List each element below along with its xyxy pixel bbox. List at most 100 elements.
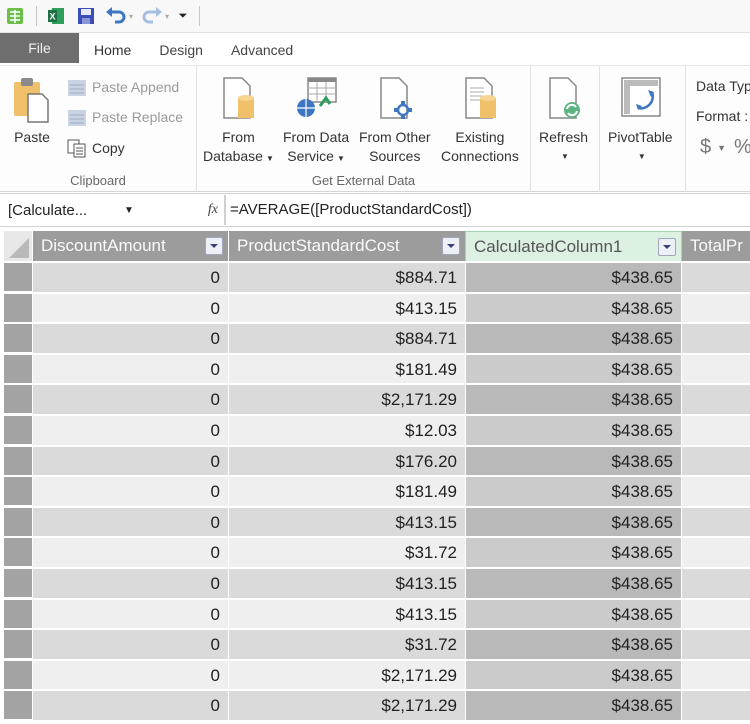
cell-calculatedcolumn1[interactable]: $438.65 <box>466 538 681 567</box>
cell-discountamount[interactable]: 0 <box>33 538 228 567</box>
refresh-button[interactable]: Refresh ▼ <box>539 74 588 166</box>
table-row[interactable]: 0 $413.15 $438.65 <box>0 293 750 324</box>
row-selector[interactable] <box>4 263 32 291</box>
cell-discountamount[interactable]: 0 <box>33 293 228 323</box>
cell-totalproductcost[interactable] <box>682 293 750 323</box>
cell-calculatedcolumn1[interactable]: $438.65 <box>466 599 681 629</box>
row-selector[interactable] <box>4 538 32 567</box>
cell-productstandardcost[interactable]: $413.15 <box>229 507 465 537</box>
cell-totalproductcost[interactable] <box>682 446 750 476</box>
percent-format-button[interactable]: % <box>734 136 750 159</box>
cell-totalproductcost[interactable] <box>682 538 750 567</box>
cell-discountamount[interactable]: 0 <box>33 263 228 292</box>
row-selector[interactable] <box>4 354 32 383</box>
select-all-corner[interactable] <box>4 231 32 261</box>
copy-button[interactable]: Copy <box>66 137 125 159</box>
cell-calculatedcolumn1[interactable]: $438.65 <box>466 385 681 414</box>
save-icon[interactable] <box>75 5 97 27</box>
row-selector[interactable] <box>4 293 32 322</box>
undo-dropdown[interactable]: ▾ <box>129 12 133 21</box>
cell-totalproductcost[interactable] <box>682 599 750 629</box>
cell-productstandardcost[interactable]: $2,171.29 <box>229 660 465 690</box>
table-row[interactable]: 0 $413.15 $438.65 <box>0 568 750 599</box>
cell-discountamount[interactable]: 0 <box>33 569 228 598</box>
table-row[interactable]: 0 $2,171.29 $438.65 <box>0 690 750 721</box>
cell-calculatedcolumn1[interactable]: $438.65 <box>466 691 681 720</box>
table-row[interactable]: 0 $12.03 $438.65 <box>0 415 750 446</box>
existing-connections-button[interactable]: Existing Connections <box>441 74 519 166</box>
cell-productstandardcost[interactable]: $176.20 <box>229 446 465 476</box>
cell-totalproductcost[interactable] <box>682 263 750 292</box>
cell-totalproductcost[interactable] <box>682 477 750 506</box>
cell-discountamount[interactable]: 0 <box>33 630 228 659</box>
cell-productstandardcost[interactable]: $2,171.29 <box>229 385 465 414</box>
cell-totalproductcost[interactable] <box>682 416 750 445</box>
cell-productstandardcost[interactable]: $413.15 <box>229 569 465 598</box>
filter-dropdown-icon[interactable] <box>658 238 676 256</box>
redo-dropdown[interactable]: ▾ <box>165 12 169 21</box>
data-type-dropdown[interactable]: Data Typ <box>696 78 750 94</box>
tab-design[interactable]: Design <box>145 33 217 65</box>
chevron-down-icon[interactable]: ▼ <box>717 143 726 153</box>
column-header-totalproductcost[interactable]: TotalPr <box>682 231 750 261</box>
chevron-down-icon[interactable]: ▼ <box>124 205 134 216</box>
row-selector[interactable] <box>4 416 32 444</box>
table-row[interactable]: 0 $884.71 $438.65 <box>0 262 750 293</box>
table-row[interactable]: 0 $181.49 $438.65 <box>0 476 750 507</box>
cell-productstandardcost[interactable]: $413.15 <box>229 293 465 323</box>
cell-calculatedcolumn1[interactable]: $438.65 <box>466 416 681 445</box>
cell-calculatedcolumn1[interactable]: $438.65 <box>466 354 681 384</box>
row-selector[interactable] <box>4 446 32 475</box>
cell-discountamount[interactable]: 0 <box>33 446 228 476</box>
cell-discountamount[interactable]: 0 <box>33 385 228 414</box>
row-selector[interactable] <box>4 385 32 414</box>
cell-calculatedcolumn1[interactable]: $438.65 <box>466 324 681 353</box>
cell-productstandardcost[interactable]: $2,171.29 <box>229 691 465 720</box>
cell-calculatedcolumn1[interactable]: $438.65 <box>466 477 681 506</box>
row-selector[interactable] <box>4 660 32 689</box>
cell-discountamount[interactable]: 0 <box>33 477 228 506</box>
cell-productstandardcost[interactable]: $31.72 <box>229 630 465 659</box>
cell-discountamount[interactable]: 0 <box>33 416 228 445</box>
cell-productstandardcost[interactable]: $31.72 <box>229 538 465 567</box>
pivottable-button[interactable]: PivotTable ▼ <box>608 74 673 166</box>
fx-icon[interactable]: fx <box>208 202 218 218</box>
redo-icon[interactable] <box>141 5 163 27</box>
cell-totalproductcost[interactable] <box>682 691 750 720</box>
cell-discountamount[interactable]: 0 <box>33 354 228 384</box>
column-header-calculatedcolumn1[interactable]: CalculatedColumn1 <box>465 231 682 261</box>
cell-calculatedcolumn1[interactable]: $438.65 <box>466 507 681 537</box>
name-box[interactable]: [Calculate... ▼ fx <box>0 195 225 225</box>
formula-input[interactable]: =AVERAGE([ProductStandardCost]) <box>225 195 750 225</box>
row-selector[interactable] <box>4 507 32 536</box>
cell-productstandardcost[interactable]: $884.71 <box>229 324 465 353</box>
from-data-service-button[interactable]: From Data Service ▼ <box>283 74 349 168</box>
from-other-sources-button[interactable]: From Other Sources <box>359 74 431 166</box>
cell-totalproductcost[interactable] <box>682 630 750 659</box>
cell-productstandardcost[interactable]: $413.15 <box>229 599 465 629</box>
row-selector[interactable] <box>4 599 32 628</box>
cell-calculatedcolumn1[interactable]: $438.65 <box>466 569 681 598</box>
cell-discountamount[interactable]: 0 <box>33 507 228 537</box>
table-row[interactable]: 0 $176.20 $438.65 <box>0 446 750 477</box>
cell-totalproductcost[interactable] <box>682 354 750 384</box>
filter-dropdown-icon[interactable] <box>442 237 460 255</box>
powerpivot-icon[interactable] <box>4 5 26 27</box>
customize-icon[interactable]: ⏷ <box>177 5 189 27</box>
cell-discountamount[interactable]: 0 <box>33 599 228 629</box>
cell-calculatedcolumn1[interactable]: $438.65 <box>466 446 681 476</box>
table-row[interactable]: 0 $884.71 $438.65 <box>0 323 750 354</box>
tab-home[interactable]: Home <box>80 33 146 65</box>
format-dropdown[interactable]: Format : <box>696 108 748 124</box>
row-selector[interactable] <box>4 630 32 659</box>
undo-icon[interactable] <box>105 5 127 27</box>
cell-calculatedcolumn1[interactable]: $438.65 <box>466 660 681 690</box>
column-header-discountamount[interactable]: DiscountAmount <box>33 231 229 261</box>
table-row[interactable]: 0 $2,171.29 $438.65 <box>0 384 750 415</box>
cell-productstandardcost[interactable]: $181.49 <box>229 354 465 384</box>
filter-dropdown-icon[interactable] <box>205 237 223 255</box>
row-selector[interactable] <box>4 324 32 353</box>
excel-icon[interactable]: X <box>45 5 67 27</box>
cell-discountamount[interactable]: 0 <box>33 324 228 353</box>
tab-advanced[interactable]: Advanced <box>217 33 307 65</box>
